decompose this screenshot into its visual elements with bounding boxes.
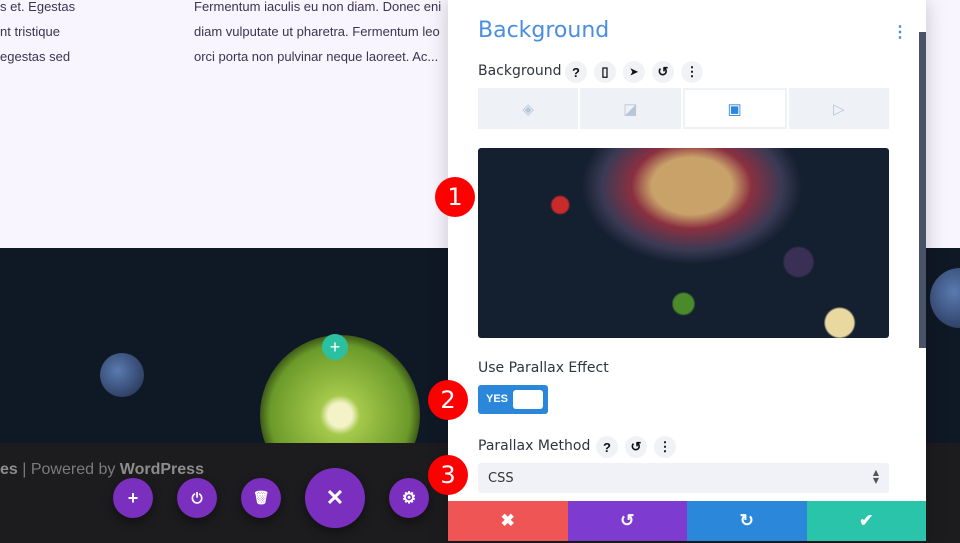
text-column-2: Fermentum iaculis eu non diam. Donec eni…	[194, 0, 448, 69]
step-badge-1: 1	[435, 177, 475, 217]
video-icon: ▷	[833, 100, 845, 118]
wordpress-link[interactable]: WordPress	[120, 461, 204, 478]
text-line: s et. Egestas	[0, 0, 76, 14]
tab-gradient[interactable]: ◪	[580, 88, 681, 129]
select-value: CSS	[488, 471, 514, 486]
trash-icon[interactable]: 🗑	[241, 478, 281, 518]
reset-icon[interactable]: ↺	[652, 61, 674, 83]
blueberry	[930, 268, 960, 328]
panel-title: Background	[478, 18, 610, 43]
parallax-toggle[interactable]: YES	[478, 385, 548, 414]
blueberry	[100, 353, 144, 397]
image-icon: ▣	[727, 100, 742, 118]
help-icon[interactable]: ?	[596, 436, 618, 458]
power-icon[interactable]: ⏻	[177, 478, 217, 518]
background-label: Background	[478, 63, 562, 79]
background-image-preview[interactable]	[478, 148, 889, 338]
scrollbar[interactable]	[919, 32, 926, 348]
reset-icon[interactable]: ↺	[625, 436, 647, 458]
footer-prefix: es	[0, 461, 18, 478]
undo-button[interactable]: ↺	[567, 501, 687, 541]
action-bar: ✖ ↺ ↻ ✔	[448, 501, 926, 541]
toggle-knob	[513, 390, 543, 409]
device-icon[interactable]: ▯	[594, 61, 616, 83]
more-options-icon[interactable]: ⋮	[892, 22, 908, 42]
text-line: diam vulputate ut pharetra. Fermentum le…	[194, 24, 440, 39]
step-badge-2: 2	[428, 380, 468, 420]
more-icon[interactable]: ⋮	[654, 436, 676, 458]
redo-button[interactable]: ↻	[687, 501, 807, 541]
gear-icon[interactable]: ⚙	[389, 478, 429, 518]
save-button[interactable]: ✔	[806, 501, 926, 541]
parallax-method-select[interactable]: CSS ▲ ▼	[478, 463, 889, 493]
parallax-label: Use Parallax Effect	[478, 360, 609, 376]
background-type-tabs: ◈ ◪ ▣ ▷	[478, 88, 889, 129]
toggle-label: YES	[486, 393, 509, 405]
footer-credit: es | Powered by WordPress	[0, 461, 204, 479]
step-badge-3: 3	[428, 455, 468, 495]
more-icon[interactable]: ⋮	[681, 61, 703, 83]
add-module-button[interactable]: +	[322, 334, 348, 360]
text-line: Fermentum iaculis eu non diam. Donec eni	[194, 0, 442, 14]
text-line: egestas sed	[0, 49, 71, 64]
footer-sep: | Powered by	[17, 461, 120, 478]
close-icon[interactable]: ✕	[305, 468, 365, 528]
help-icon[interactable]: ?	[565, 61, 587, 83]
select-arrows-icon: ▲ ▼	[872, 468, 879, 485]
tab-image[interactable]: ▣	[682, 88, 787, 129]
add-button[interactable]: +	[113, 478, 153, 518]
text-column-1: s et. Egestas nt tristique egestas sed	[0, 0, 75, 69]
paint-bucket-icon: ◈	[522, 100, 534, 118]
tab-video[interactable]: ▷	[788, 88, 889, 129]
hover-icon[interactable]: ➤	[623, 61, 645, 83]
settings-panel: Background ⋮ Background ? ▯ ➤ ↺ ⋮ ◈ ◪ ▣ …	[448, 0, 926, 541]
gradient-icon: ◪	[623, 100, 638, 118]
text-line: orci porta non pulvinar neque laoreet. A…	[194, 49, 439, 64]
parallax-method-label: Parallax Method	[478, 438, 591, 454]
cancel-button[interactable]: ✖	[448, 501, 568, 541]
tab-color[interactable]: ◈	[478, 88, 579, 129]
text-line: nt tristique	[0, 24, 60, 39]
